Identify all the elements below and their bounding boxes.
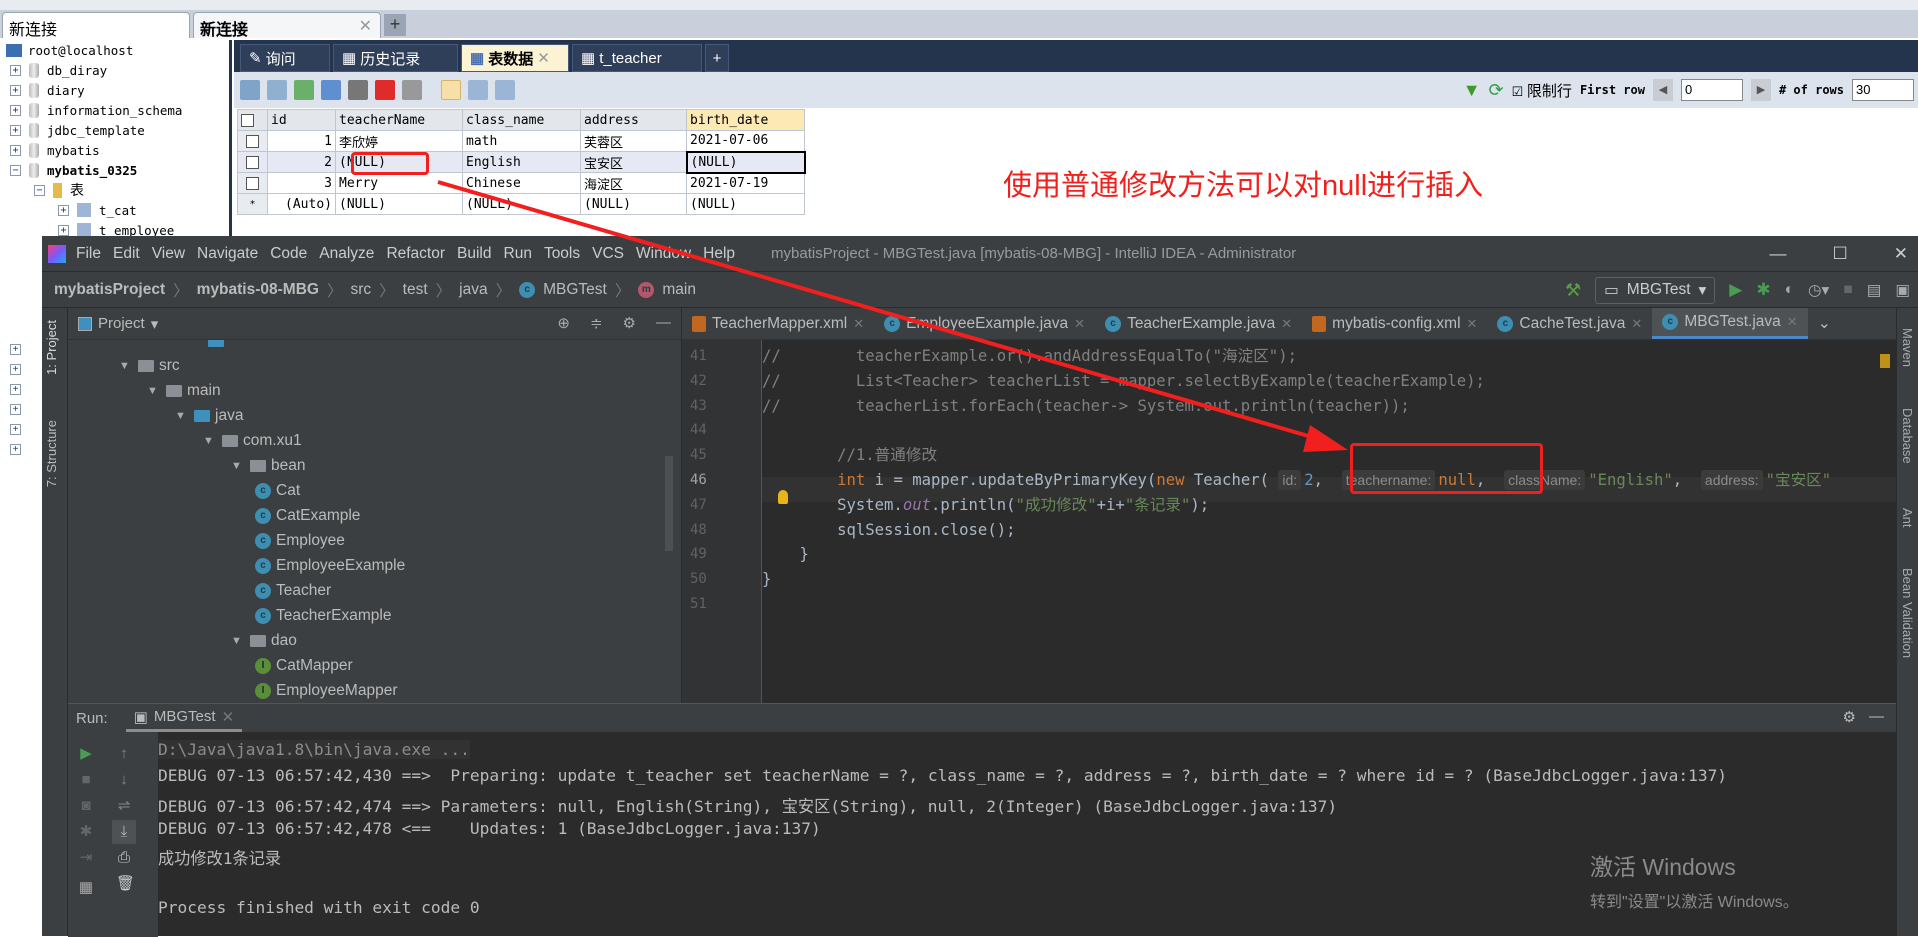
arrow-shaft <box>437 180 1323 442</box>
annotation-arrow <box>437 180 1348 452</box>
arrow-head <box>1303 425 1348 452</box>
